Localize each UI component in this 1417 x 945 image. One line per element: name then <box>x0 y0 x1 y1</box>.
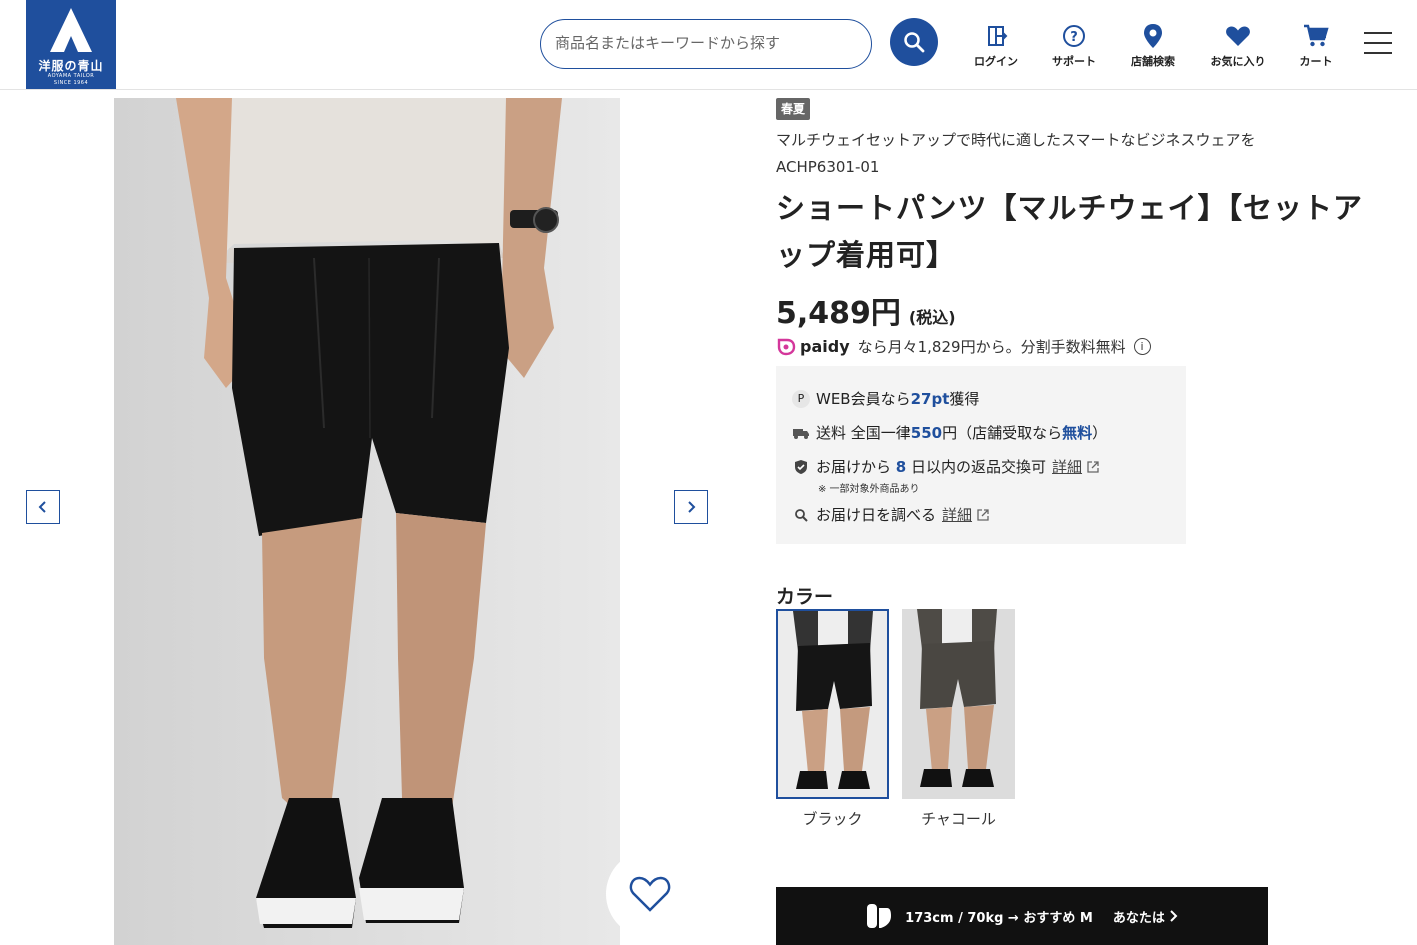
points-pre: WEB会員なら <box>816 390 911 408</box>
paidy-text: なら月々1,829円から。分割手数料無料 <box>857 338 1126 356</box>
logo-title: 洋服の青山 <box>38 59 104 73</box>
price-block: 5,489円 (税込) <box>776 288 956 332</box>
points-icon: P <box>792 389 810 408</box>
season-badge: 春夏 <box>776 98 811 120</box>
truck-icon <box>793 428 809 439</box>
logo-subtitle: AOYAMA TAILOR <box>47 73 95 79</box>
return-pre: お届けから <box>816 458 892 476</box>
delivery-row: お届け日を調べる 詳細 <box>792 504 990 525</box>
hamburger-line <box>1364 42 1392 44</box>
magnifier-icon <box>795 508 808 522</box>
product-photo-illustration <box>114 98 620 945</box>
swatch-image-black <box>778 611 887 797</box>
shipping-free: 無料 <box>1062 424 1093 442</box>
cart-icon <box>1304 24 1329 47</box>
mountain-logo-icon <box>50 8 92 52</box>
return-days: 8 <box>895 457 907 476</box>
nav-cart-label: カート <box>1299 55 1333 68</box>
shield-check-icon <box>795 459 807 474</box>
benefits-box: P WEB会員なら 27pt 獲得 送料 全国一律 550 円（店舗受取なら 無料） お届… <box>776 366 1186 544</box>
heart-outline-icon <box>629 876 671 912</box>
shipping-mid: 円（店舗受取なら <box>942 424 1063 442</box>
nav-support[interactable]: ? サポート <box>1039 22 1109 69</box>
nav-login[interactable]: ログイン <box>961 22 1031 69</box>
delivery-detail-link[interactable]: 詳細 <box>942 504 972 525</box>
product-main-image <box>114 98 620 945</box>
info-icon[interactable]: i <box>1133 338 1151 355</box>
shipping-post: ） <box>1092 424 1108 442</box>
search-icon <box>904 32 925 53</box>
search-button[interactable] <box>890 18 938 66</box>
fit-bar-you: あなたは <box>1112 910 1165 926</box>
logo-since: SINCE 1964 <box>53 80 89 86</box>
nav-cart[interactable]: カート <box>1281 22 1351 69</box>
color-label-black: ブラック <box>802 810 863 828</box>
heart-icon <box>1226 26 1250 46</box>
menu-button[interactable] <box>1364 32 1392 56</box>
price-tax-label: (税込) <box>908 308 956 327</box>
paidy-logo-icon <box>777 338 796 355</box>
delivery-text: お届け日を調べる <box>816 506 937 524</box>
points-row: P WEB会員なら 27pt 獲得 <box>792 388 979 409</box>
gallery-next-button[interactable] <box>674 490 708 524</box>
external-link-icon <box>977 508 989 521</box>
color-section-title: カラー <box>776 586 834 608</box>
site-header: 洋服の青山 AOYAMA TAILOR SINCE 1964 ログイン ? サポ… <box>0 0 1417 90</box>
chevron-right-icon <box>688 501 696 513</box>
catch-copy: マルチウェイセットアップで時代に適したスマートなビジネスウェアを <box>776 131 1256 149</box>
nav-favorites[interactable]: お気に入り <box>1203 22 1273 69</box>
hamburger-icon <box>1364 32 1392 34</box>
return-row: お届けから 8 日以内の返品交換可 詳細 <box>792 456 1100 477</box>
gallery-prev-button[interactable] <box>26 490 60 524</box>
add-favorite-button[interactable] <box>606 850 694 938</box>
product-title: ショートパンツ【マルチウェイ】【セットアップ着用可】 <box>776 191 1363 272</box>
size-recommendation-bar[interactable]: 173cm / 70kg → おすすめ M あなたは <box>776 887 1268 945</box>
external-link-icon <box>1087 460 1099 473</box>
color-swatch-black[interactable] <box>776 609 889 799</box>
product-code: ACHP6301-01 <box>776 158 880 176</box>
return-note: ※ 一部対象外商品あり <box>818 484 920 495</box>
paidy-brand: paidy <box>800 337 850 356</box>
fit-bar-text: 173cm / 70kg → おすすめ M <box>905 910 1093 926</box>
swatch-image-charcoal <box>902 609 1015 799</box>
hamburger-line <box>1364 52 1392 54</box>
return-post: 日以内の返品交換可 <box>911 458 1047 476</box>
location-pin-icon <box>1144 24 1162 48</box>
price-value: 5,489円 <box>776 296 901 331</box>
login-icon <box>988 26 1008 46</box>
help-icon: ? <box>1063 25 1085 47</box>
chevron-left-icon <box>38 501 46 513</box>
shipping-pre: 送料 全国一律 <box>816 424 911 442</box>
nav-store-search-label: 店舗検索 <box>1131 55 1175 68</box>
search-box <box>540 19 872 69</box>
shipping-value: 550 <box>910 423 943 442</box>
nav-support-label: サポート <box>1052 55 1096 68</box>
search-input[interactable] <box>553 20 853 66</box>
points-post: 獲得 <box>949 390 980 408</box>
site-logo[interactable]: 洋服の青山 AOYAMA TAILOR SINCE 1964 <box>26 0 116 89</box>
nav-store-search[interactable]: 店舗検索 <box>1118 22 1188 69</box>
svg-text:?: ? <box>1070 30 1078 45</box>
nav-login-label: ログイン <box>974 55 1018 68</box>
paidy-installment: paidy なら月々1,829円から。分割手数料無料 i <box>776 336 1151 357</box>
return-detail-link[interactable]: 詳細 <box>1052 456 1082 477</box>
size-tool-icon <box>867 904 892 928</box>
color-label-charcoal: チャコール <box>921 810 996 828</box>
shipping-row: 送料 全国一律 550 円（店舗受取なら 無料） <box>792 422 1107 443</box>
chevron-right-icon <box>1170 910 1178 922</box>
nav-favorites-label: お気に入り <box>1210 55 1266 68</box>
points-value: 27pt <box>910 389 950 408</box>
color-swatch-charcoal[interactable] <box>902 609 1015 799</box>
